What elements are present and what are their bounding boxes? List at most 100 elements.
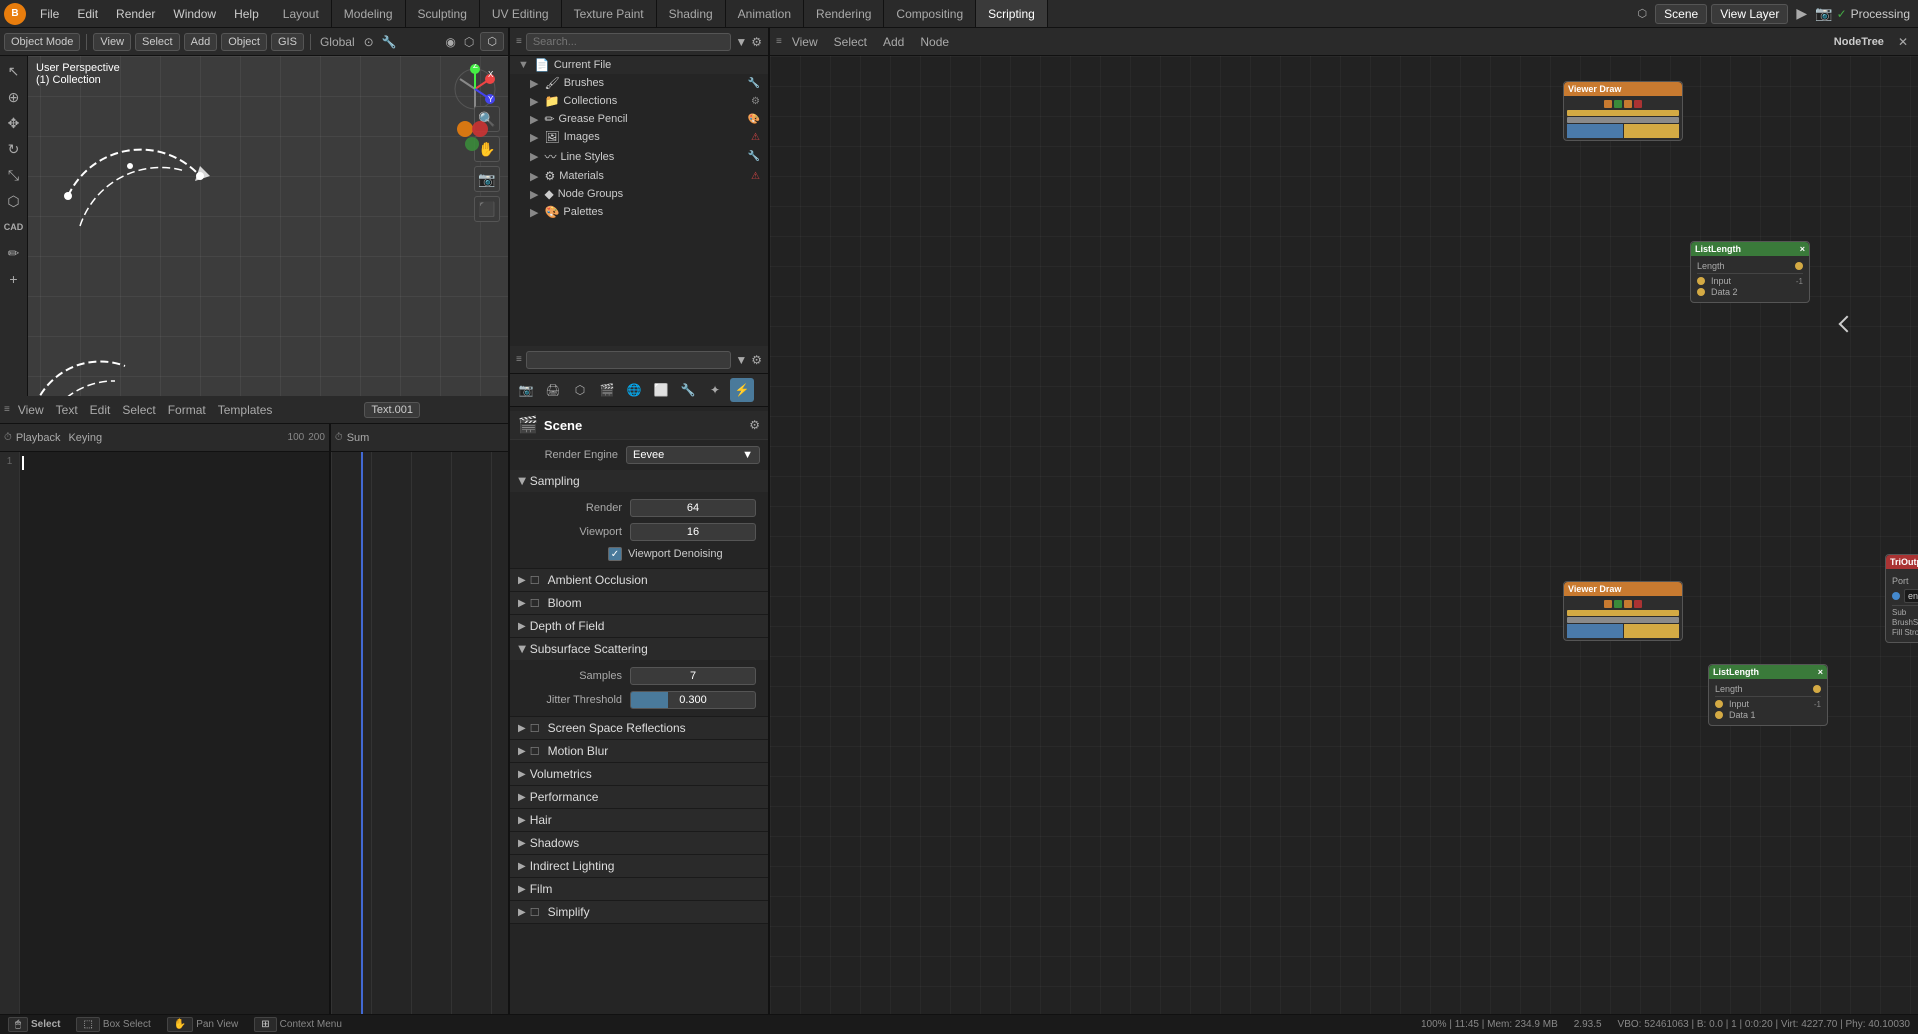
box-select-btn[interactable]: ⬚ [76,1017,99,1032]
render-icon[interactable]: ▶ [1796,5,1807,22]
overlay-icon[interactable]: ◉ [443,33,457,51]
list-length-node-1[interactable]: ListLength × Length Input -1 [1690,241,1810,303]
pan-view-btn[interactable]: ✋ [167,1017,193,1032]
view-layer[interactable]: View Layer [1711,4,1788,24]
object-button[interactable]: Object [221,33,267,51]
simplify-header[interactable]: ▶ ☐ Simplify [510,901,768,923]
collections-item[interactable]: ▶ 📁 Collections ⚙ [510,92,768,110]
tab-sculpting[interactable]: Sculpting [406,0,480,27]
props-search[interactable] [526,351,732,369]
tab-rendering[interactable]: Rendering [804,0,884,27]
node-close-icon[interactable]: ✕ [1894,33,1912,51]
tab-modeling[interactable]: Modeling [332,0,406,27]
playback-label[interactable]: Playback [16,432,61,444]
tab-scripting[interactable]: Scripting [976,0,1048,27]
bloom-header[interactable]: ▶ ☐ Bloom [510,592,768,614]
props-render-icon[interactable]: 📷 [514,378,538,402]
outliner-search[interactable] [526,33,732,51]
grease-pencil-item[interactable]: ▶ ✏ Grease Pencil 🎨 [510,110,768,128]
text-view-button[interactable]: View [14,401,48,419]
camera-render-icon[interactable]: 📷 [1815,5,1832,22]
tab-uv-editing[interactable]: UV Editing [480,0,562,27]
props-scene-icon[interactable]: 🎬 [595,378,619,402]
node-groups-item[interactable]: ▶ ◆ Node Groups [510,185,768,203]
frame-start[interactable]: 100 [288,432,305,443]
jitter-threshold-slider[interactable]: 0.300 [630,691,756,709]
gis-button[interactable]: GIS [271,33,304,51]
scene-options-icon[interactable]: ⚙ [749,418,760,432]
text-select-button[interactable]: Select [118,401,159,419]
outliner-filter-icon[interactable]: ▼ [735,35,747,49]
props-particles-icon[interactable]: ✦ [703,378,727,402]
props-output-icon[interactable]: 🖨 [541,378,565,402]
props-view-layer-icon[interactable]: ⬡ [568,378,592,402]
props-object-icon[interactable]: ⬜ [649,378,673,402]
render-engine-dropdown[interactable]: Eevee ▼ [626,446,760,464]
tab-texture-paint[interactable]: Texture Paint [562,0,657,27]
list-length-node-2[interactable]: ListLength × Length Input -1 [1708,664,1828,726]
list-length-1-close[interactable]: × [1800,244,1805,254]
snap-icon[interactable]: 🔧 [380,33,399,51]
performance-header[interactable]: ▶ Performance [510,786,768,808]
viewer-draw-node-2[interactable]: Viewer Draw [1563,581,1683,641]
pivot-icon[interactable]: ⊙ [362,33,376,51]
hair-header[interactable]: ▶ Hair [510,809,768,831]
volumetrics-header[interactable]: ▶ Volumetrics [510,763,768,785]
text-format-button[interactable]: Format [164,401,210,419]
viewer-draw-node-1[interactable]: Viewer Draw [1563,81,1683,141]
global-dropdown[interactable]: Global [317,33,358,51]
line-styles-item[interactable]: ▶ 〰 Line Styles 🔧 [510,146,768,167]
menu-window[interactable]: Window [165,5,224,23]
viewport-value[interactable]: 16 [630,523,756,541]
menu-file[interactable]: File [32,5,67,23]
text-templates-button[interactable]: Templates [214,401,277,419]
add-button[interactable]: Add [184,33,218,51]
text-text-button[interactable]: Text [52,401,82,419]
sampling-header[interactable]: ▶ Sampling [510,470,768,492]
film-header[interactable]: ▶ Film [510,878,768,900]
node-node-button[interactable]: Node [914,33,955,51]
subsurface-scattering-header[interactable]: ▶ Subsurface Scattering [510,638,768,660]
object-mode-button[interactable]: Object Mode [4,33,80,51]
props-world-icon[interactable]: 🌐 [622,378,646,402]
text-edit-button[interactable]: Edit [86,401,115,419]
props-settings-icon[interactable]: ⚙ [751,353,762,367]
select-mouse-btn[interactable]: 🖱 [8,1017,28,1032]
props-modifier-icon[interactable]: 🔧 [676,378,700,402]
blender-logo[interactable]: B [4,3,26,25]
props-filter-icon[interactable]: ▼ [735,353,747,367]
tab-shading[interactable]: Shading [657,0,726,27]
outliner-settings-icon[interactable]: ⚙ [751,35,762,49]
list-length-2-close[interactable]: × [1818,667,1823,677]
ssr-header[interactable]: ▶ ☐ Screen Space Reflections [510,717,768,739]
detail-output-node-2[interactable]: TriOutput × Port Sub [1885,554,1918,643]
node-content[interactable]: Viewer Draw [770,56,1918,1014]
text-name[interactable]: Text.001 [364,402,420,418]
menu-help[interactable]: Help [226,5,267,23]
menu-edit[interactable]: Edit [69,5,106,23]
viewport-denoising-checkbox[interactable]: ✓ [608,547,622,561]
render-value[interactable]: 64 [630,499,756,517]
motion-blur-header[interactable]: ▶ ☐ Motion Blur [510,740,768,762]
shadows-header[interactable]: ▶ Shadows [510,832,768,854]
xray-button[interactable]: ⬡ [480,32,504,51]
ambient-occlusion-header[interactable]: ▶ ☐ Ambient Occlusion [510,569,768,591]
detail-2-input2[interactable] [1904,589,1918,603]
current-file-item[interactable]: ▼ 📄 Current File [510,56,768,74]
view-button[interactable]: View [93,33,131,51]
viewport-3d[interactable]: ↖ ⊕ ✥ ↻ ⤡ ⬡ CAD ✏ + User Perspective (1)… [0,56,508,396]
text-content[interactable]: 1 [0,452,329,1014]
tab-layout[interactable]: Layout [271,0,332,27]
palettes-item[interactable]: ▶ 🎨 Palettes [510,203,768,221]
samples-value[interactable]: 7 [630,667,756,685]
tab-compositing[interactable]: Compositing [884,0,976,27]
node-add-button[interactable]: Add [877,33,910,51]
select-button[interactable]: Select [135,33,180,51]
tab-animation[interactable]: Animation [726,0,804,27]
frame-end[interactable]: 200 [308,432,325,443]
materials-item[interactable]: ▶ ⚙ Materials ⚠ [510,167,768,185]
context-menu-btn[interactable]: ⊞ [254,1017,276,1032]
keying-label[interactable]: Keying [64,432,106,444]
brushes-item[interactable]: ▶ 🖌 Brushes 🔧 [510,74,768,92]
node-view-button[interactable]: View [786,33,824,51]
